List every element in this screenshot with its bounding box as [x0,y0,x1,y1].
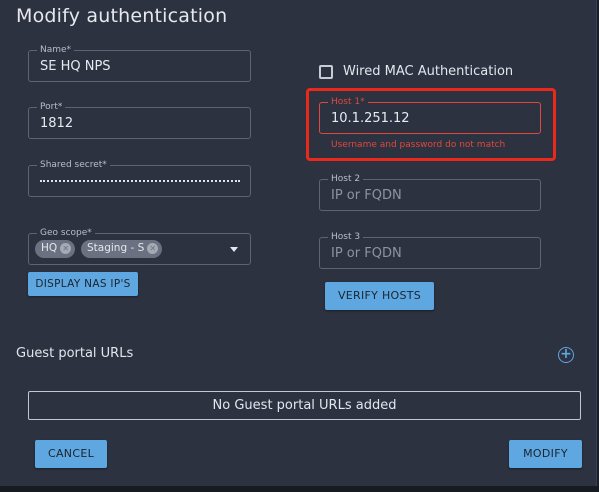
chip-label: HQ [41,242,58,254]
port-field[interactable]: Port* 1812 [28,101,251,139]
geo-scope-chip-staging[interactable]: Staging - S ✕ [81,240,163,258]
guest-portal-title: Guest portal URLs [16,346,134,361]
wired-mac-checkbox[interactable] [319,65,333,79]
port-field-label: Port* [37,101,66,113]
modify-authentication-dialog: Modify authentication Name* SE HQ NPS Po… [0,0,597,486]
shared-secret-field[interactable]: Shared secret* [28,159,251,197]
geo-scope-label: Geo scope* [37,227,95,239]
host1-field[interactable]: Host 1* 10.1.251.12 [319,96,541,134]
chevron-down-icon[interactable] [230,247,238,252]
host3-placeholder: IP or FQDN [331,246,402,261]
chip-remove-icon[interactable]: ✕ [147,243,159,254]
host2-placeholder: IP or FQDN [331,188,402,203]
plus-circle-icon[interactable]: + [558,347,574,363]
shared-secret-label: Shared secret* [37,159,110,171]
host2-label: Host 2 [328,173,364,185]
cancel-button[interactable]: CANCEL [35,440,107,468]
name-field-label: Name* [37,44,75,56]
host3-field[interactable]: Host 3 IP or FQDN [319,231,541,269]
dialog-title: Modify authentication [16,5,228,27]
host1-label: Host 1* [328,96,368,108]
background-strip [0,486,599,492]
name-field-value: SE HQ NPS [40,59,111,74]
name-field[interactable]: Name* SE HQ NPS [28,44,251,82]
geo-scope-chip-hq[interactable]: HQ ✕ [35,240,76,258]
host3-label: Host 3 [328,231,364,243]
host2-field[interactable]: Host 2 IP or FQDN [319,173,541,211]
port-field-value: 1812 [40,116,74,131]
wired-mac-label: Wired MAC Authentication [343,64,514,79]
verify-hosts-button[interactable]: VERIFY HOSTS [325,282,434,310]
host1-error-message: Username and password do not match [331,140,506,150]
display-nas-ips-button[interactable]: DISPLAY NAS IP'S [28,272,138,296]
guest-portal-empty-state: No Guest portal URLs added [28,391,581,420]
masked-secret-dots [40,180,240,183]
geo-scope-select[interactable]: Geo scope* HQ ✕ Staging - S ✕ [28,227,251,265]
chip-label: Staging - S [87,242,145,254]
host1-value: 10.1.251.12 [331,111,410,126]
chip-remove-icon[interactable]: ✕ [60,243,72,254]
modify-button[interactable]: MODIFY [509,440,582,468]
